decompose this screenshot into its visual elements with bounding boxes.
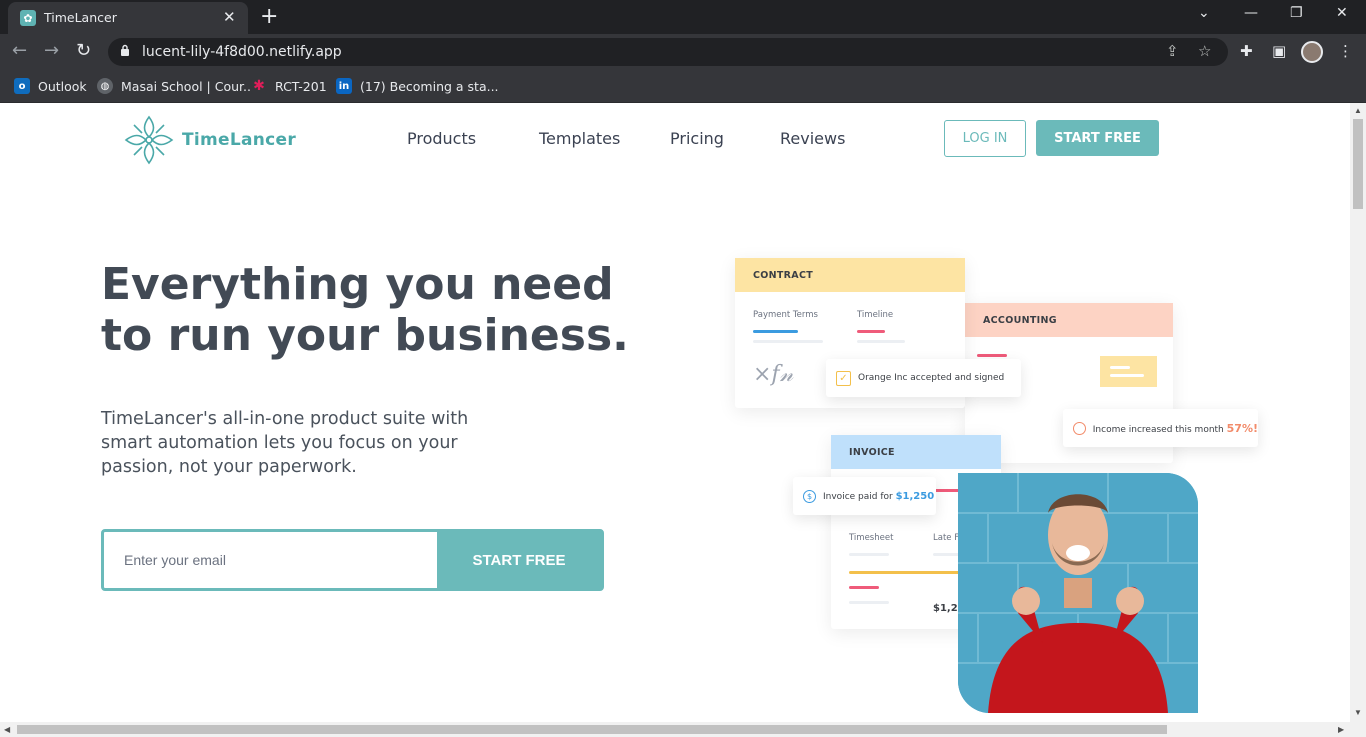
timelancer-logo-icon bbox=[124, 115, 174, 165]
hero-title-line: to run your business. bbox=[101, 310, 629, 361]
page-content: TimeLancer Products Templates Pricing Re… bbox=[0, 103, 1350, 722]
bookmark-item-masai[interactable]: ◍ Masai School | Cour... bbox=[97, 77, 255, 95]
bookmark-label: (17) Becoming a sta... bbox=[360, 78, 499, 94]
bookmark-item-outlook[interactable]: o Outlook bbox=[14, 77, 87, 95]
site-favicon-icon: ✿ bbox=[20, 10, 36, 26]
vertical-scroll-thumb[interactable] bbox=[1353, 119, 1363, 209]
bookmark-star-icon[interactable]: ☆ bbox=[1198, 42, 1211, 60]
bookmarks-bar: o Outlook ◍ Masai School | Cour... ✱ RCT… bbox=[0, 70, 1366, 103]
globe-icon: ◍ bbox=[97, 78, 113, 94]
invoice-col-timesheet: Timesheet bbox=[849, 533, 894, 543]
paid-label: Invoice paid for bbox=[823, 491, 893, 502]
tab-title: TimeLancer bbox=[44, 10, 117, 25]
bookmark-label: Outlook bbox=[38, 78, 87, 94]
signature-icon: ×𝑓𝓃 bbox=[753, 362, 794, 387]
menu-icon[interactable]: ⋮ bbox=[1338, 42, 1353, 60]
address-bar: ← → ↻ lucent-lily-4f8d00.netlify.app ⇪ ☆… bbox=[0, 34, 1366, 70]
contract-col-timeline: Timeline bbox=[857, 310, 894, 320]
paid-value: $1,250 bbox=[895, 490, 935, 502]
outlook-icon: o bbox=[14, 78, 30, 94]
nav-pricing[interactable]: Pricing bbox=[670, 129, 724, 148]
horizontal-scrollbar[interactable]: ◀ ▶ bbox=[0, 722, 1366, 737]
income-notification: Income increased this month 57%! bbox=[1063, 409, 1258, 447]
dollar-coin-icon: $ bbox=[803, 489, 816, 503]
scroll-up-icon[interactable]: ▲ bbox=[1354, 106, 1362, 115]
linkedin-icon: in bbox=[336, 78, 352, 94]
nav-templates[interactable]: Templates bbox=[539, 129, 620, 148]
scroll-down-icon[interactable]: ▼ bbox=[1354, 708, 1362, 717]
lock-icon bbox=[121, 44, 129, 56]
tab-search-icon[interactable]: ⌄ bbox=[1198, 5, 1210, 21]
paid-note-text: Invoice paid for $1,250 bbox=[823, 491, 934, 502]
minimize-icon[interactable]: — bbox=[1244, 5, 1258, 21]
signup-form: START FREE bbox=[101, 529, 604, 591]
pie-chart-icon bbox=[1073, 421, 1086, 435]
side-panel-icon[interactable]: ▣ bbox=[1272, 42, 1286, 60]
profile-avatar[interactable] bbox=[1301, 41, 1323, 63]
slack-icon: ✱ bbox=[251, 78, 267, 94]
hero-title: Everything you need to run your business… bbox=[101, 259, 661, 361]
contract-col-payment: Payment Terms bbox=[753, 310, 818, 320]
accepted-note-text: Orange Inc accepted and signed bbox=[858, 373, 1005, 383]
reload-icon[interactable]: ↻ bbox=[76, 40, 91, 61]
close-tab-icon[interactable]: ✕ bbox=[223, 8, 236, 26]
new-tab-icon[interactable]: + bbox=[260, 4, 278, 29]
nav-reviews[interactable]: Reviews bbox=[780, 129, 845, 148]
invoice-card-title: INVOICE bbox=[831, 435, 1001, 469]
url-text: lucent-lily-4f8d00.netlify.app bbox=[142, 44, 342, 60]
scroll-left-icon[interactable]: ◀ bbox=[4, 725, 10, 734]
bookmark-item-rct[interactable]: ✱ RCT-201 bbox=[251, 77, 327, 95]
hero-title-line: Everything you need bbox=[101, 259, 614, 310]
vertical-scrollbar[interactable]: ▲ ▼ bbox=[1350, 103, 1366, 722]
bookmark-label: Masai School | Cour... bbox=[121, 78, 255, 94]
checkbox-check-icon: ✓ bbox=[836, 370, 851, 386]
contract-card-title: CONTRACT bbox=[735, 258, 965, 292]
start-free-nav-button[interactable]: START FREE bbox=[1036, 120, 1159, 156]
email-input[interactable] bbox=[104, 532, 437, 588]
income-label: Income increased this month bbox=[1092, 424, 1224, 435]
income-note-text: Income increased this month 57%! bbox=[1093, 422, 1258, 435]
login-button[interactable]: LOG IN bbox=[944, 120, 1026, 157]
accounting-bar bbox=[977, 354, 1007, 357]
happy-man-photo bbox=[958, 473, 1198, 713]
site-logo[interactable]: TimeLancer bbox=[122, 113, 296, 167]
forward-icon[interactable]: → bbox=[44, 40, 59, 61]
accounting-note bbox=[1100, 356, 1157, 387]
bookmark-label: RCT-201 bbox=[275, 78, 327, 94]
extensions-icon[interactable]: ✚ bbox=[1240, 42, 1253, 60]
restore-icon[interactable]: ❐ bbox=[1290, 5, 1303, 21]
start-free-hero-button[interactable]: START FREE bbox=[437, 532, 601, 588]
nav-products[interactable]: Products bbox=[407, 129, 476, 148]
paid-notification: $ Invoice paid for $1,250 bbox=[793, 477, 936, 515]
share-icon[interactable]: ⇪ bbox=[1166, 42, 1179, 60]
income-value: 57%! bbox=[1226, 421, 1258, 435]
tab-bar: ✿ TimeLancer ✕ + ⌄ — ❐ ✕ bbox=[0, 0, 1366, 34]
back-icon[interactable]: ← bbox=[12, 40, 27, 61]
omnibox[interactable]: lucent-lily-4f8d00.netlify.app ⇪ ☆ bbox=[108, 38, 1228, 66]
accepted-notification: ✓ Orange Inc accepted and signed bbox=[826, 359, 1021, 397]
hero-subtitle: TimeLancer's all-in-one product suite wi… bbox=[101, 409, 469, 477]
logo-text: TimeLancer bbox=[182, 130, 297, 150]
bookmark-item-linkedin[interactable]: in (17) Becoming a sta... bbox=[336, 77, 499, 95]
accounting-card-title: ACCOUNTING bbox=[965, 303, 1173, 337]
horizontal-scroll-thumb[interactable] bbox=[17, 725, 1167, 734]
scroll-right-icon[interactable]: ▶ bbox=[1338, 725, 1344, 734]
close-window-icon[interactable]: ✕ bbox=[1336, 5, 1348, 21]
browser-tab[interactable]: ✿ TimeLancer ✕ bbox=[8, 2, 248, 34]
